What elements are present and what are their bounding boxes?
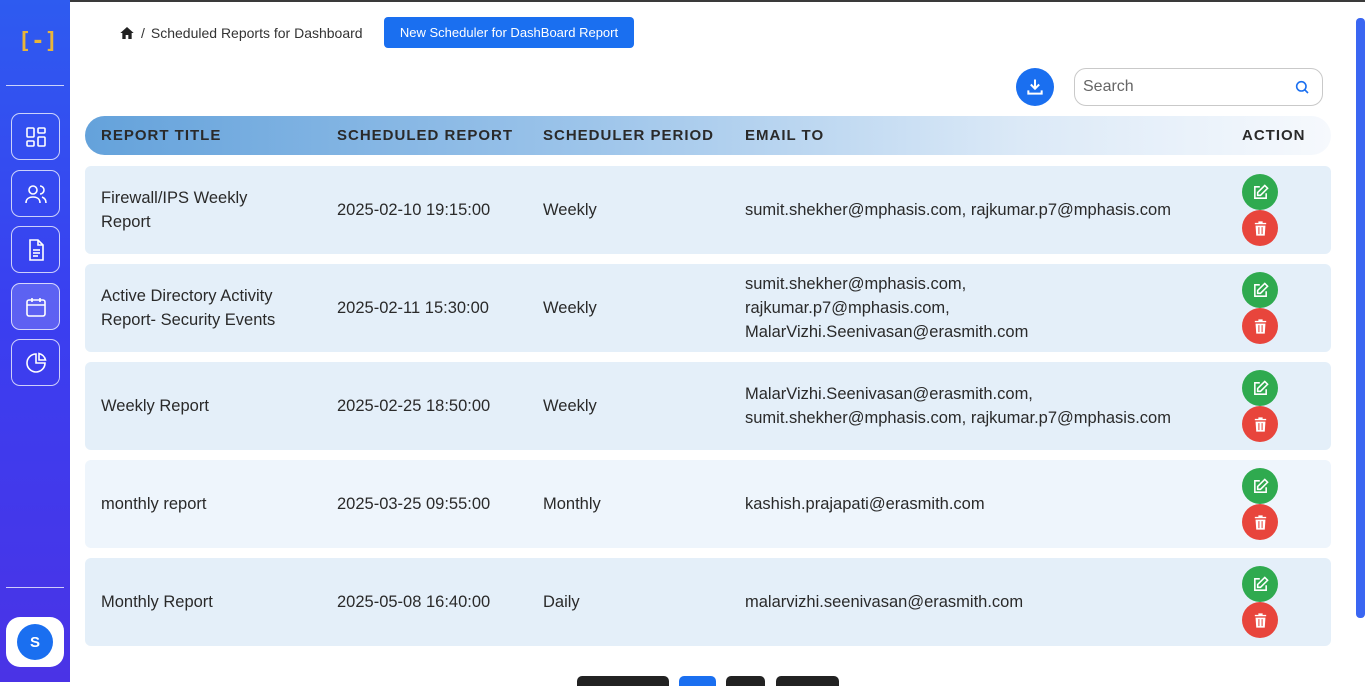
- report-title-line: Active Directory Activity: [101, 287, 273, 305]
- pagination-previous-button[interactable]: [577, 676, 669, 686]
- avatar[interactable]: S: [17, 624, 53, 660]
- dashboard-grid-icon: [25, 126, 46, 147]
- column-header-report-title: REPORT TITLE: [101, 127, 222, 144]
- email-cell: sumit.shekher@mphasis.com, rajkumar.p7@mp…: [745, 264, 1225, 352]
- calendar-icon: [25, 297, 46, 317]
- table-header: REPORT TITLE SCHEDULED REPORT SCHEDULER …: [85, 116, 1331, 155]
- report-title-cell: Firewall/IPS Weekly Report: [101, 166, 321, 254]
- email-line: malarvizhi.seenivasan@erasmith.com: [745, 593, 1024, 611]
- report-title-cell: Monthly Report: [101, 558, 321, 646]
- edit-button[interactable]: [1242, 174, 1278, 210]
- sidebar-divider: [6, 85, 64, 86]
- report-title-line: Firewall/IPS Weekly: [101, 189, 248, 207]
- table-row: Monthly Report 2025-05-08 16:40:00 Daily…: [85, 558, 1331, 646]
- report-title-line: monthly report: [101, 495, 207, 513]
- trash-icon: [1254, 416, 1266, 432]
- sidebar-item-users[interactable]: [11, 170, 60, 217]
- table-row: Firewall/IPS Weekly Report 2025-02-10 19:…: [85, 166, 1331, 254]
- email-cell: sumit.shekher@mphasis.com, rajkumar.p7@m…: [745, 166, 1225, 254]
- email-line: kashish.prajapati@erasmith.com: [745, 495, 985, 513]
- download-button[interactable]: [1016, 68, 1054, 106]
- table-row: Active Directory Activity Report- Securit…: [85, 264, 1331, 352]
- report-title-line: Monthly Report: [101, 593, 213, 611]
- trash-icon: [1254, 220, 1266, 236]
- report-title-cell: Weekly Report: [101, 362, 321, 450]
- email-cell: kashish.prajapati@erasmith.com: [745, 460, 1225, 548]
- email-line: MalarVizhi.Seenivasan@erasmith.com,: [745, 385, 1033, 403]
- report-title-line: Weekly Report: [101, 397, 209, 415]
- scheduled-cell: 2025-02-10 19:15:00: [337, 201, 491, 219]
- download-icon: [1027, 79, 1043, 95]
- column-header-scheduler-period: SCHEDULER PERIOD: [543, 127, 715, 144]
- delete-button[interactable]: [1242, 308, 1278, 344]
- table-row: Weekly Report 2025-02-25 18:50:00 Weekly…: [85, 362, 1331, 450]
- edit-icon: [1253, 575, 1269, 591]
- column-header-action: ACTION: [1242, 127, 1306, 144]
- app-logo[interactable]: [-]: [18, 28, 58, 56]
- scheduled-cell: 2025-02-11 15:30:00: [337, 299, 489, 317]
- users-icon: [24, 184, 47, 203]
- home-icon[interactable]: [119, 25, 135, 41]
- search-icon[interactable]: [1294, 79, 1310, 95]
- sidebar-divider: [6, 587, 64, 588]
- table-row: monthly report 2025-03-25 09:55:00 Month…: [85, 460, 1331, 548]
- period-cell: Weekly: [543, 299, 597, 317]
- breadcrumb: / Scheduled Reports for Dashboard: [119, 23, 363, 43]
- edit-icon: [1253, 379, 1269, 395]
- edit-icon: [1253, 477, 1269, 493]
- sidebar-item-dashboard[interactable]: [11, 113, 60, 160]
- edit-button[interactable]: [1242, 566, 1278, 602]
- user-avatar-container[interactable]: S: [6, 617, 64, 667]
- scheduled-cell: 2025-05-08 16:40:00: [337, 593, 491, 611]
- scheduled-cell: 2025-02-25 18:50:00: [337, 397, 491, 415]
- sidebar-item-reports[interactable]: [11, 226, 60, 273]
- trash-icon: [1254, 318, 1266, 334]
- email-line: MalarVizhi.Seenivasan@erasmith.com: [745, 323, 1029, 341]
- period-cell: Weekly: [543, 397, 597, 415]
- pagination-next-button[interactable]: [776, 676, 839, 686]
- top-border: [0, 0, 1365, 2]
- report-title-cell: monthly report: [101, 460, 321, 548]
- email-cell: malarvizhi.seenivasan@erasmith.com: [745, 558, 1225, 646]
- edit-button[interactable]: [1242, 272, 1278, 308]
- sidebar-item-scheduler[interactable]: [11, 283, 60, 330]
- pagination-page-button[interactable]: [679, 676, 716, 686]
- pie-chart-icon: [25, 351, 47, 373]
- new-scheduler-button[interactable]: New Scheduler for DashBoard Report: [384, 17, 634, 48]
- period-cell: Daily: [543, 593, 580, 611]
- period-cell: Monthly: [543, 495, 601, 513]
- sidebar-item-analytics[interactable]: [11, 339, 60, 386]
- column-header-email-to: EMAIL TO: [745, 127, 825, 144]
- edit-button[interactable]: [1242, 370, 1278, 406]
- pagination-page-button[interactable]: [726, 676, 765, 686]
- search-input[interactable]: [1083, 78, 1294, 96]
- report-title-line: Report: [101, 213, 151, 231]
- edit-button[interactable]: [1242, 468, 1278, 504]
- page-title: Scheduled Reports for Dashboard: [150, 25, 363, 41]
- email-line: rajkumar.p7@mphasis.com,: [745, 299, 950, 317]
- email-line: sumit.shekher@mphasis.com, rajkumar.p7@m…: [745, 201, 1171, 219]
- period-cell: Weekly: [543, 201, 597, 219]
- delete-button[interactable]: [1242, 504, 1278, 540]
- vertical-scrollbar[interactable]: [1356, 18, 1365, 618]
- email-line: sumit.shekher@mphasis.com,: [745, 275, 967, 293]
- email-line: sumit.shekher@mphasis.com, rajkumar.p7@m…: [745, 409, 1171, 427]
- search-box: [1074, 68, 1323, 106]
- breadcrumb-separator: /: [141, 25, 145, 41]
- scheduled-cell: 2025-03-25 09:55:00: [337, 495, 491, 513]
- report-title-cell: Active Directory Activity Report- Securit…: [101, 264, 321, 352]
- column-header-scheduled-report: SCHEDULED REPORT: [337, 127, 514, 144]
- delete-button[interactable]: [1242, 406, 1278, 442]
- delete-button[interactable]: [1242, 210, 1278, 246]
- report-title-line: Report- Security Events: [101, 311, 276, 329]
- delete-button[interactable]: [1242, 602, 1278, 638]
- trash-icon: [1254, 612, 1266, 628]
- sidebar: [-] S: [0, 0, 70, 682]
- edit-icon: [1253, 281, 1269, 297]
- trash-icon: [1254, 514, 1266, 530]
- edit-icon: [1253, 183, 1269, 199]
- document-icon: [28, 238, 44, 261]
- email-cell: MalarVizhi.Seenivasan@erasmith.com, sumit…: [745, 362, 1225, 450]
